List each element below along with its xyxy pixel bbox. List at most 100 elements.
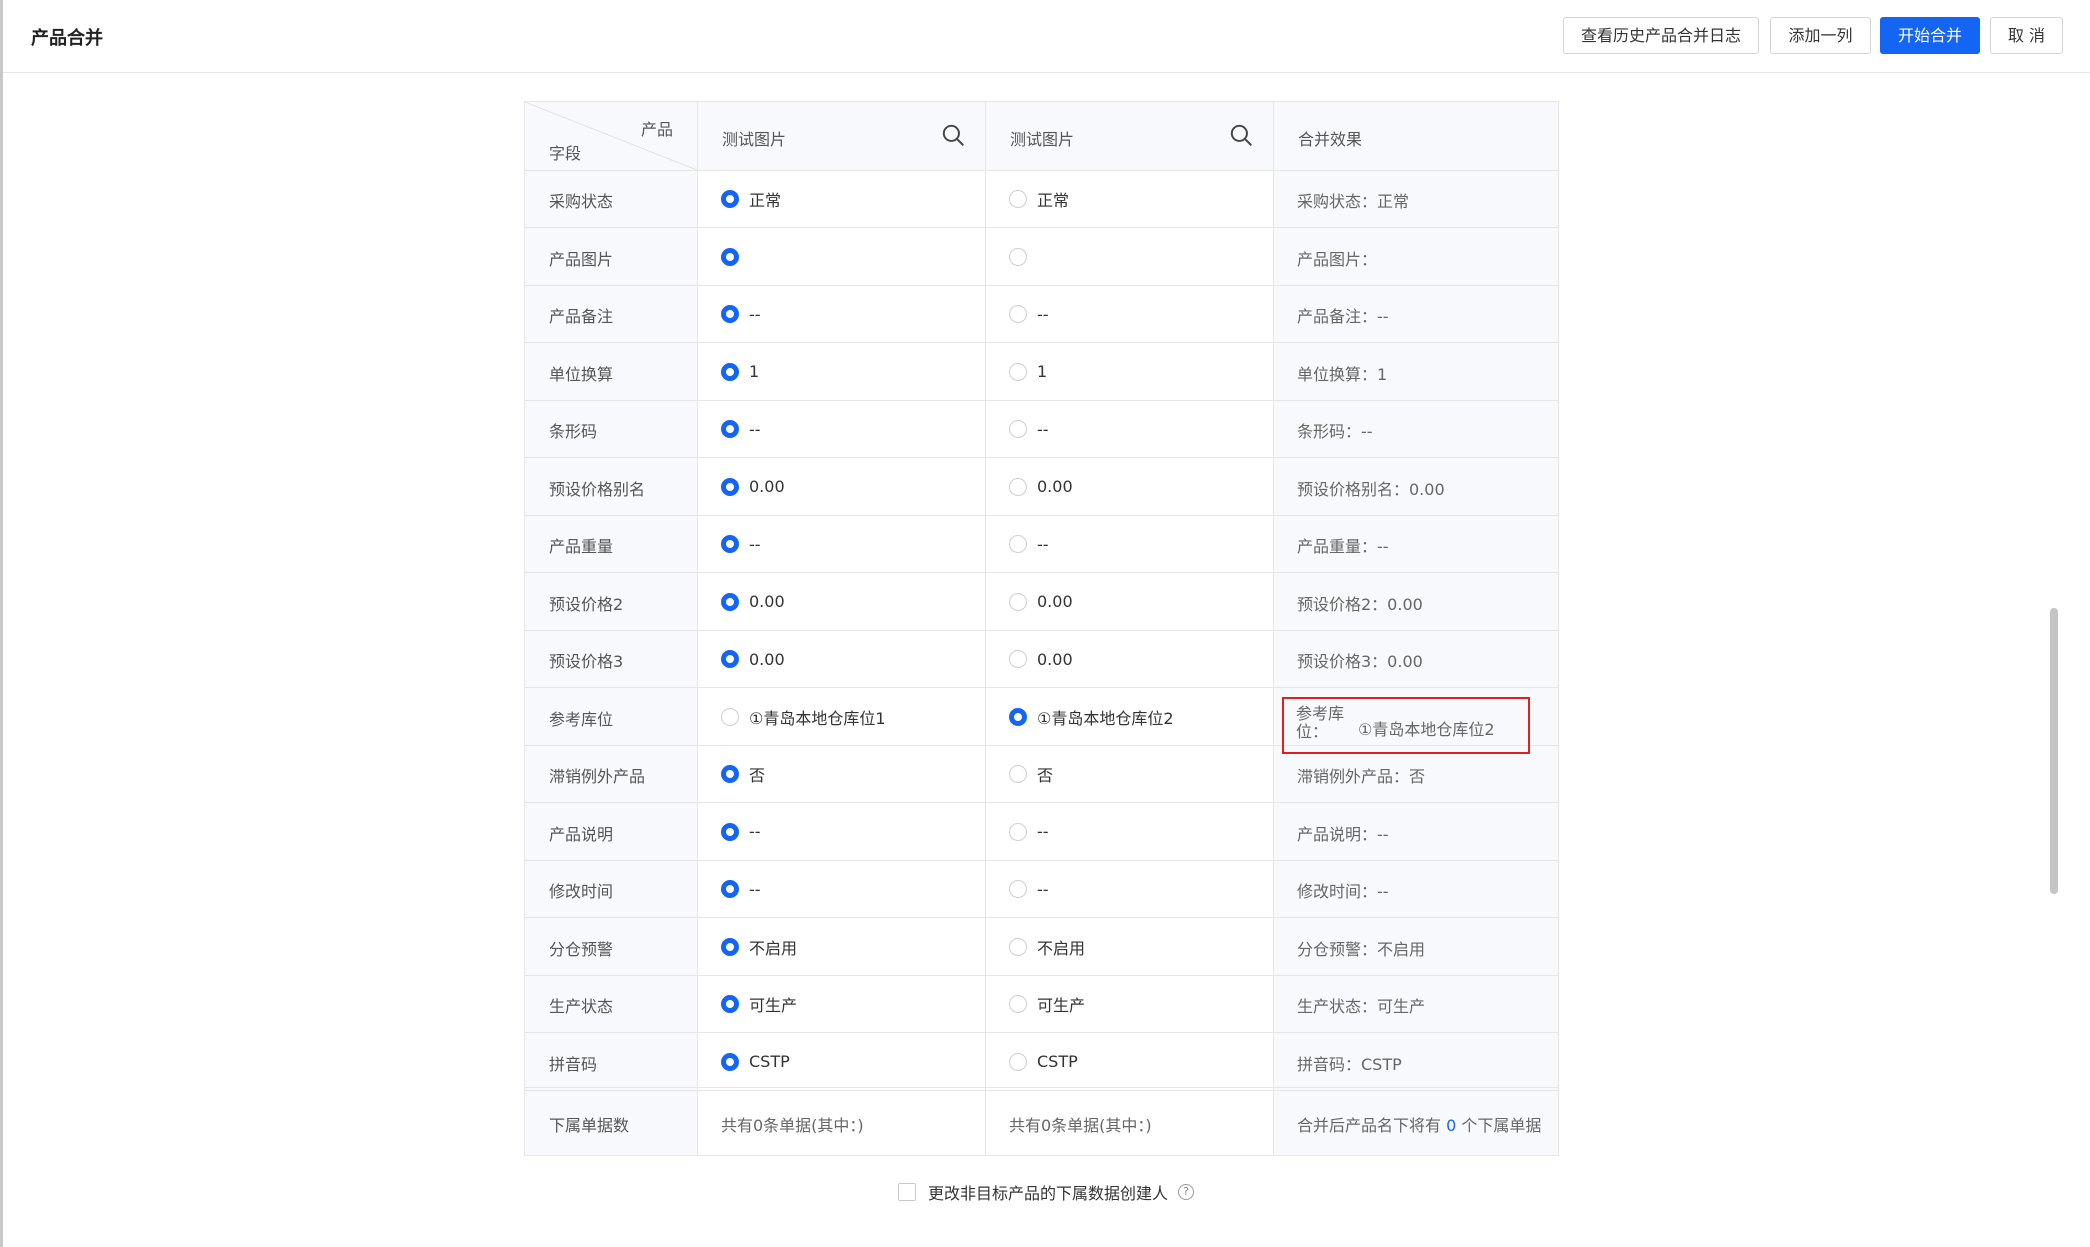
product-a-option[interactable] [721,245,749,269]
product-a-option[interactable]: 否 [721,762,765,786]
option-value: ①青岛本地仓库位2 [1037,708,1174,728]
radio-button[interactable] [721,477,739,496]
merge-result-text: 产品备注：-- [1297,307,1389,326]
merge-result-text: 滞销例外产品：否 [1297,767,1426,786]
radio-button[interactable] [721,937,739,956]
radio-button[interactable] [1009,995,1027,1013]
radio-button[interactable] [721,1052,739,1071]
field-label: 分仓预警 [549,939,614,959]
radio-button[interactable] [1009,535,1027,553]
merge-field-label: 参考库位： [1296,703,1345,741]
product-b-option[interactable]: 否 [1009,762,1053,786]
product-b-option[interactable]: 不启用 [1009,935,1085,959]
radio-button[interactable] [1009,362,1027,381]
product-b-option[interactable]: 0.00 [1009,647,1073,671]
radio-button[interactable] [1009,305,1027,323]
product-b-option[interactable]: 1 [1009,360,1047,384]
option-value: -- [749,879,761,899]
field-label: 采购状态 [549,192,614,211]
option-value: 不启用 [749,938,798,958]
product-b-option[interactable]: 可生产 [1009,992,1085,1016]
radio-button[interactable] [721,305,739,323]
option-value: 0.00 [749,649,785,669]
radio-button[interactable] [721,765,739,783]
product-b-option[interactable]: CSTP [1009,1050,1078,1074]
radio-button[interactable] [1009,880,1027,898]
radio-button[interactable] [1009,420,1027,438]
radio-button[interactable] [721,420,739,438]
product-a-option[interactable]: 不启用 [721,935,797,959]
start-merge-button[interactable]: 开始合并 [1880,17,1980,54]
product-b-option[interactable] [1009,245,1037,269]
product-a-option[interactable]: ①青岛本地仓库位1 [721,705,886,729]
product-a-option[interactable]: -- [721,302,761,326]
option-value: 0.00 [749,592,785,611]
merge-result-text: 产品重量：-- [1297,537,1389,556]
product-a-option[interactable]: 0.00 [721,475,785,499]
option-value: 否 [749,766,766,785]
radio-button[interactable] [721,535,739,553]
radio-button[interactable] [1009,477,1027,496]
footer-merge-summary: 合并后产品名下将有 0 个下属单据 [1297,1112,1541,1136]
radio-button[interactable] [721,362,739,381]
table-row: 采购状态 正常 正常 采购状态：正常 [525,171,1558,228]
field-label: 预设价格3 [549,652,624,671]
page-scrollbar[interactable] [2050,608,2058,894]
merge-result-text: 采购状态：正常 [1297,192,1410,211]
product-a-option[interactable]: 可生产 [721,992,797,1016]
merge-result-text: 预设价格3：0.00 [1297,652,1423,671]
change-creator-checkbox[interactable] [898,1183,916,1201]
radio-button[interactable] [1009,247,1027,266]
field-label: 滞销例外产品 [549,767,646,786]
radio-button[interactable] [721,995,739,1013]
radio-button[interactable] [721,822,739,841]
product-a-option[interactable]: -- [721,820,761,844]
product-b-option[interactable]: -- [1009,417,1049,441]
product-b-option[interactable]: -- [1009,302,1049,326]
product-b-option[interactable]: -- [1009,877,1049,901]
product-a-option[interactable]: 1 [721,360,759,384]
product-b-option[interactable]: ①青岛本地仓库位2 [1009,705,1174,729]
radio-button[interactable] [721,592,739,611]
highlighted-merge-cell: 参考库位： ①青岛本地仓库位2 [1282,696,1530,754]
product-a-option[interactable]: 0.00 [721,647,785,671]
radio-button[interactable] [1009,1052,1027,1071]
change-creator-label: 更改非目标产品的下属数据创建人 [928,1184,1169,1203]
option-value: -- [749,304,761,324]
radio-button[interactable] [1009,650,1027,668]
question-circle-icon[interactable]: ? [1178,1184,1195,1200]
product-b-option[interactable]: 正常 [1009,187,1069,211]
search-icon[interactable] [940,122,966,148]
product-b-option[interactable]: 0.00 [1009,475,1073,499]
header-product-label: 产品 [640,120,673,139]
field-label: 产品备注 [549,307,614,326]
product-a-option[interactable]: 正常 [721,187,781,211]
option-value: 0.00 [1037,649,1073,669]
add-column-button[interactable]: 添加一列 [1770,17,1871,54]
radio-button[interactable] [721,707,739,726]
radio-button[interactable] [721,190,739,208]
product-a-option[interactable]: CSTP [721,1050,790,1074]
product-a-option[interactable]: 0.00 [721,590,785,614]
product-a-option[interactable]: -- [721,532,761,556]
product-b-option[interactable]: -- [1009,820,1049,844]
search-icon[interactable] [1228,122,1254,148]
product-b-option[interactable]: -- [1009,532,1049,556]
radio-button[interactable] [1009,707,1027,726]
field-label: 预设价格2 [549,594,624,614]
radio-button[interactable] [1009,822,1027,841]
product-b-option[interactable]: 0.00 [1009,590,1073,614]
radio-button[interactable] [721,880,739,898]
merge-summary-prefix: 合并后产品名下将有 [1297,1116,1447,1135]
product-a-option[interactable]: -- [721,417,761,441]
radio-button[interactable] [1009,937,1027,956]
option-value: -- [1037,419,1049,439]
radio-button[interactable] [1009,765,1027,783]
radio-button[interactable] [1009,190,1027,208]
radio-button[interactable] [721,247,739,266]
product-a-option[interactable]: -- [721,877,761,901]
view-history-log-button[interactable]: 查看历史产品合并日志 [1563,17,1759,54]
radio-button[interactable] [721,650,739,668]
radio-button[interactable] [1009,592,1027,611]
cancel-button[interactable]: 取 消 [1990,17,2063,54]
